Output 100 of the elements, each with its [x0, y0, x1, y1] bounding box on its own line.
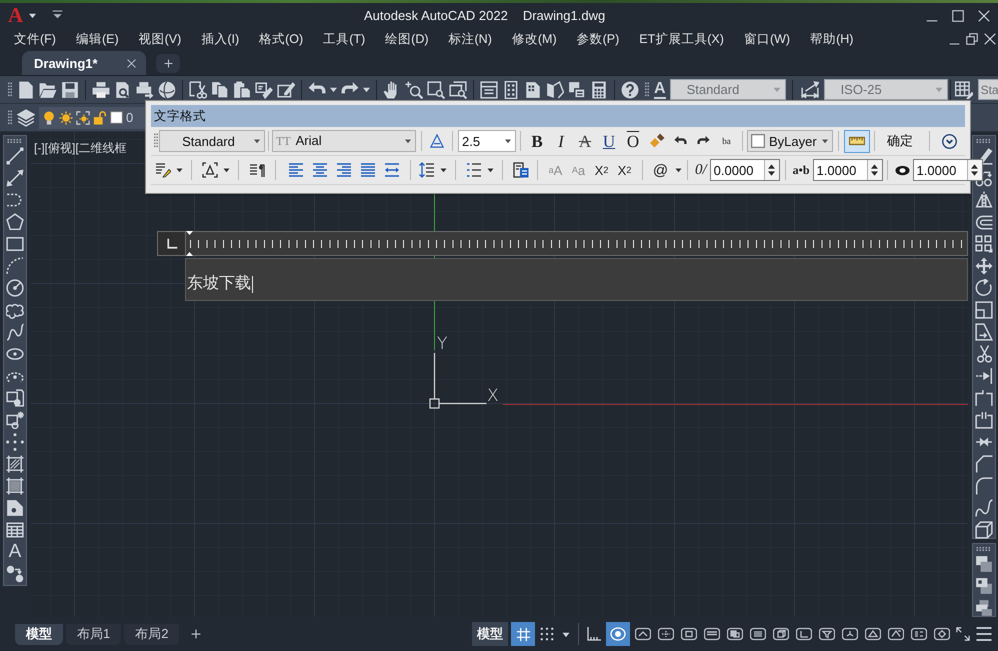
menu-item[interactable]: 文件(F) — [14, 30, 56, 48]
ucs-axes-icon[interactable] — [796, 626, 812, 642]
stretch-icon[interactable] — [975, 323, 993, 341]
zoom-icon[interactable] — [405, 80, 423, 98]
spinner-arrows-icon[interactable] — [870, 163, 880, 177]
color-swatch-icon[interactable] — [110, 111, 123, 124]
viewport-label[interactable]: [-][俯视][二维线框 — [34, 140, 127, 157]
point-icon[interactable] — [6, 433, 24, 451]
model-space-button[interactable]: 模型 — [472, 622, 508, 646]
menu-item[interactable]: 视图(V) — [138, 30, 182, 48]
symbol-button[interactable]: @ — [649, 159, 672, 181]
filter-icon[interactable] — [818, 626, 834, 642]
annotative-icon[interactable] — [430, 134, 444, 148]
snap-dots-icon[interactable] — [540, 627, 554, 641]
send-to-back-icon[interactable] — [975, 577, 993, 595]
paragraph-icon[interactable] — [249, 162, 265, 178]
copy-object-icon[interactable] — [975, 169, 993, 187]
plus-icon[interactable] — [191, 629, 202, 639]
line-icon[interactable] — [6, 147, 24, 165]
toolbar-grip[interactable] — [154, 133, 158, 149]
highlighter-icon[interactable] — [155, 162, 171, 178]
zoom-previous-icon[interactable] — [449, 80, 467, 98]
paste-icon[interactable] — [233, 80, 251, 98]
table-icon[interactable] — [6, 521, 24, 539]
tracking-icon[interactable] — [658, 626, 674, 642]
bring-to-front-icon[interactable] — [975, 555, 993, 573]
tool-palette-icon[interactable] — [524, 80, 542, 98]
lineweight-icon[interactable] — [704, 626, 720, 642]
add-selected-icon[interactable] — [6, 565, 24, 583]
region-icon[interactable] — [6, 499, 24, 517]
spline-icon[interactable] — [6, 323, 24, 341]
insert-field-icon[interactable] — [513, 162, 529, 178]
open-folder-icon[interactable] — [39, 80, 57, 98]
font-dropdown[interactable]: TT Arial — [272, 130, 416, 152]
text-style-dropdown[interactable]: Standard — [159, 130, 265, 152]
printer-arrow-icon[interactable] — [136, 80, 154, 98]
copy-icon[interactable] — [211, 80, 229, 98]
help-icon[interactable] — [621, 80, 639, 98]
new-file-icon[interactable] — [17, 80, 35, 98]
close-icon[interactable] — [127, 58, 136, 68]
menu-item[interactable]: 绘图(D) — [385, 30, 429, 48]
script-button[interactable]: X$^{2}$ — [590, 159, 613, 181]
menu-item[interactable]: 修改(M) — [512, 30, 557, 48]
menu-item[interactable]: 插入(I) — [201, 30, 240, 48]
grid-panel-icon[interactable] — [502, 80, 520, 98]
caret-icon[interactable] — [440, 167, 447, 173]
caret-icon[interactable] — [363, 86, 370, 93]
polyline-icon[interactable] — [6, 191, 24, 209]
rotate-icon[interactable] — [975, 279, 993, 297]
dimension-style-icon[interactable] — [800, 80, 819, 98]
match-properties-icon[interactable] — [255, 80, 273, 98]
fillet-icon[interactable] — [975, 477, 993, 495]
calculator-icon[interactable] — [590, 80, 608, 98]
oblique-angle-field[interactable]: 0.0000 — [710, 159, 780, 181]
draw-order-icon[interactable] — [975, 599, 993, 617]
menu-item[interactable]: 格式(O) — [259, 30, 304, 48]
align-right-icon[interactable] — [336, 162, 352, 178]
ruler-button[interactable] — [844, 130, 870, 152]
menu-item[interactable]: 窗口(W) — [744, 30, 790, 48]
layout-tab[interactable]: 模型 — [15, 624, 63, 644]
caret-icon[interactable] — [821, 138, 829, 144]
scale-ratio-icon[interactable] — [910, 626, 926, 642]
caret-icon[interactable] — [404, 138, 412, 144]
ok-button[interactable]: 确定 — [879, 130, 921, 152]
box-icon[interactable] — [975, 521, 993, 539]
ortho-icon[interactable] — [586, 626, 602, 642]
spinner-arrows-icon[interactable] — [767, 163, 776, 177]
light-bulb-icon[interactable] — [42, 110, 56, 124]
quick-access-icon[interactable] — [52, 10, 64, 21]
layout-tab[interactable]: 布局2 — [124, 624, 180, 644]
close-icon[interactable] — [984, 33, 996, 45]
tracking-field[interactable]: 1.0000 — [812, 159, 883, 181]
caret-icon[interactable] — [562, 630, 570, 638]
gizmo-icon[interactable] — [842, 626, 858, 642]
restore-icon[interactable] — [966, 33, 978, 45]
printer-icon[interactable] — [92, 80, 110, 98]
toolbar-grip[interactable] — [8, 82, 12, 98]
make-block-icon[interactable] — [6, 411, 24, 429]
save-icon[interactable] — [61, 80, 79, 98]
gear-icon[interactable] — [934, 626, 950, 642]
properties-icon[interactable] — [480, 80, 498, 98]
frame-sun-icon[interactable] — [76, 110, 90, 124]
extend-icon[interactable] — [975, 367, 993, 385]
paint-brush-icon[interactable] — [649, 133, 665, 149]
fullscreen-icon[interactable] — [956, 627, 970, 641]
caret-icon[interactable] — [504, 138, 512, 144]
selection-cycling-icon[interactable] — [750, 626, 766, 642]
sheet-set-icon[interactable] — [546, 80, 564, 98]
document-tab[interactable]: Drawing1* — [22, 51, 146, 75]
sun-icon[interactable] — [59, 110, 73, 124]
align-left-icon[interactable] — [288, 162, 304, 178]
line-spacing-icon[interactable] — [419, 162, 435, 178]
arc-icon[interactable] — [6, 257, 24, 275]
text-ruler[interactable] — [157, 231, 968, 256]
chamfer-icon[interactable] — [975, 455, 993, 473]
toolbar-grip[interactable] — [8, 110, 12, 126]
new-tab-button[interactable] — [156, 54, 180, 73]
menu-item[interactable]: 标注(N) — [448, 30, 492, 48]
caret-icon[interactable] — [253, 138, 261, 144]
insert-block-icon[interactable] — [6, 389, 24, 407]
